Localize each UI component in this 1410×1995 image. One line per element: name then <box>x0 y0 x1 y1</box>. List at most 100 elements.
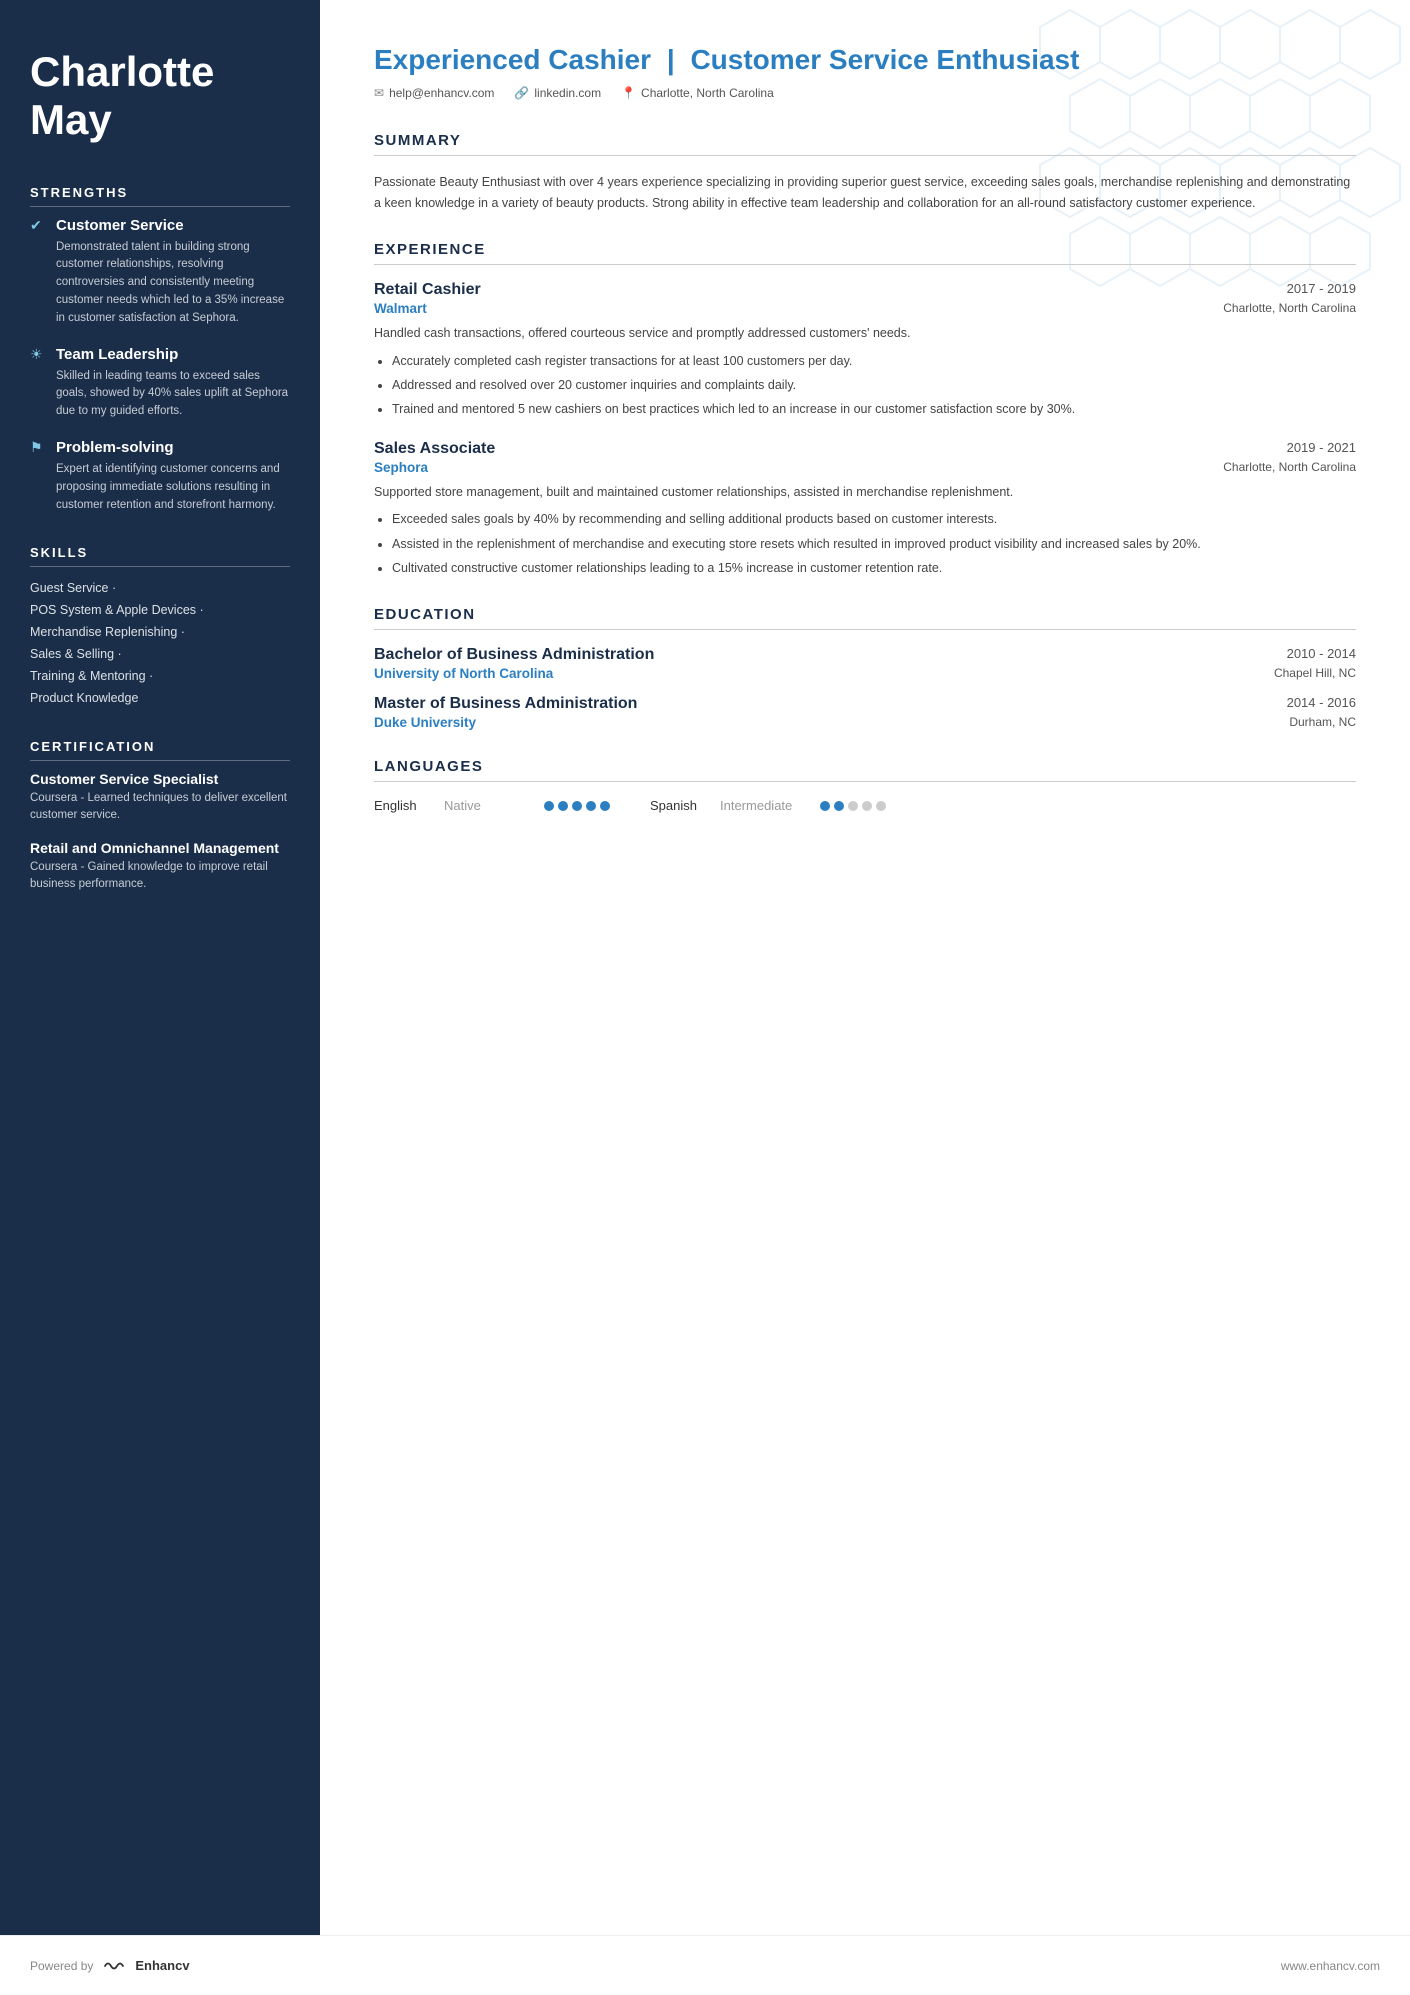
job-location: Charlotte, North Carolina <box>1223 460 1356 475</box>
location-contact: 📍 Charlotte, North Carolina <box>621 86 774 100</box>
edu-location: Durham, NC <box>1289 715 1356 730</box>
dot-filled <box>820 801 830 811</box>
cert-item: Customer Service Specialist Coursera - L… <box>30 771 290 825</box>
education-item: Bachelor of Business Administration 2010… <box>374 646 1356 681</box>
cert-item: Retail and Omnichannel Management Course… <box>30 840 290 894</box>
resume-headline: Experienced Cashier | Customer Service E… <box>374 44 1356 76</box>
email-contact: ✉ help@enhancv.com <box>374 86 494 100</box>
contact-row: ✉ help@enhancv.com 🔗 linkedin.com 📍 Char… <box>374 86 1356 100</box>
strength-desc: Expert at identifying customer concerns … <box>30 461 290 514</box>
cert-name: Customer Service Specialist <box>30 771 290 787</box>
language-dots <box>544 801 610 811</box>
cert-title: CERTIFICATION <box>30 739 290 761</box>
bullet-item: Addressed and resolved over 20 customer … <box>392 376 1356 395</box>
edu-location: Chapel Hill, NC <box>1274 666 1356 681</box>
strength-desc: Skilled in leading teams to exceed sales… <box>30 368 290 421</box>
languages-row: English Native Spanish Intermediate <box>374 798 1356 813</box>
dot-empty <box>848 801 858 811</box>
candidate-name: Charlotte May <box>30 48 290 145</box>
flag-icon: ⚑ <box>30 439 48 456</box>
dot-filled <box>834 801 844 811</box>
cert-desc: Coursera - Gained knowledge to improve r… <box>30 859 290 894</box>
bullet-item: Accurately completed cash register trans… <box>392 352 1356 371</box>
summary-section-title: SUMMARY <box>374 132 1356 156</box>
job-title: Retail Cashier <box>374 281 481 299</box>
strength-item: ✔ Customer Service Demonstrated talent i… <box>30 217 290 328</box>
enhancv-logo-icon <box>103 1959 125 1973</box>
linkedin-value: linkedin.com <box>534 86 601 100</box>
experience-section-title: EXPERIENCE <box>374 241 1356 265</box>
bulb-icon: ☀ <box>30 346 48 363</box>
edu-date: 2010 - 2014 <box>1287 646 1356 661</box>
sidebar: Charlotte May STRENGTHS ✔ Customer Servi… <box>0 0 320 1935</box>
dot-filled <box>572 801 582 811</box>
experience-item: Sales Associate 2019 - 2021 Sephora Char… <box>374 440 1356 579</box>
bullet-item: Assisted in the replenishment of merchan… <box>392 535 1356 554</box>
location-value: Charlotte, North Carolina <box>641 86 774 100</box>
footer: Powered by Enhancv www.enhancv.com <box>0 1935 1410 1995</box>
job-bullets: Exceeded sales goals by 40% by recommend… <box>374 510 1356 578</box>
linkedin-contact: 🔗 linkedin.com <box>514 86 601 100</box>
powered-by-label: Powered by <box>30 1959 93 1973</box>
job-date: 2017 - 2019 <box>1287 281 1356 296</box>
skill-item: Sales & Selling · <box>30 643 290 665</box>
dot-filled <box>558 801 568 811</box>
job-location: Charlotte, North Carolina <box>1223 301 1356 316</box>
company-name: Sephora <box>374 460 428 475</box>
strength-title: Team Leadership <box>56 346 178 363</box>
edu-date: 2014 - 2016 <box>1287 695 1356 710</box>
language-name: Spanish <box>650 798 710 813</box>
footer-website: www.enhancv.com <box>1281 1959 1380 1973</box>
degree-name: Master of Business Administration <box>374 695 637 713</box>
job-date: 2019 - 2021 <box>1287 440 1356 455</box>
education-section-title: EDUCATION <box>374 606 1356 630</box>
dot-empty <box>876 801 886 811</box>
job-title: Sales Associate <box>374 440 495 458</box>
strength-title: Customer Service <box>56 217 184 234</box>
email-value: help@enhancv.com <box>389 86 494 100</box>
language-level: Intermediate <box>720 798 810 813</box>
skills-title: SKILLS <box>30 545 290 567</box>
strength-item: ☀ Team Leadership Skilled in leading tea… <box>30 346 290 421</box>
brand-name: Enhancv <box>135 1958 189 1973</box>
certifications-list: Customer Service Specialist Coursera - L… <box>30 771 290 894</box>
language-dots <box>820 801 886 811</box>
company-name: Walmart <box>374 301 427 316</box>
language-level: Native <box>444 798 534 813</box>
strength-item: ⚑ Problem-solving Expert at identifying … <box>30 439 290 514</box>
strengths-list: ✔ Customer Service Demonstrated talent i… <box>30 217 290 515</box>
languages-section-title: LANGUAGES <box>374 758 1356 782</box>
skill-item: Product Knowledge <box>30 687 290 709</box>
email-icon: ✉ <box>374 86 384 100</box>
language-name: English <box>374 798 434 813</box>
job-summary: Supported store management, built and ma… <box>374 483 1356 502</box>
bullet-item: Exceeded sales goals by 40% by recommend… <box>392 510 1356 529</box>
skill-item: Merchandise Replenishing · <box>30 621 290 643</box>
education-item: Master of Business Administration 2014 -… <box>374 695 1356 730</box>
strength-desc: Demonstrated talent in building strong c… <box>30 239 290 328</box>
dot-filled <box>600 801 610 811</box>
school-name: Duke University <box>374 715 476 730</box>
main-content: Experienced Cashier | Customer Service E… <box>320 0 1410 1935</box>
bullet-item: Cultivated constructive customer relatio… <box>392 559 1356 578</box>
cert-name: Retail and Omnichannel Management <box>30 840 290 856</box>
checkmark-icon: ✔ <box>30 217 48 234</box>
strengths-title: STRENGTHS <box>30 185 290 207</box>
skill-item: Guest Service · <box>30 577 290 599</box>
degree-name: Bachelor of Business Administration <box>374 646 654 664</box>
job-bullets: Accurately completed cash register trans… <box>374 352 1356 420</box>
dot-filled <box>586 801 596 811</box>
cert-desc: Coursera - Learned techniques to deliver… <box>30 790 290 825</box>
skills-list: Guest Service · POS System & Apple Devic… <box>30 577 290 709</box>
strength-title: Problem-solving <box>56 439 174 456</box>
experience-item: Retail Cashier 2017 - 2019 Walmart Charl… <box>374 281 1356 420</box>
bullet-item: Trained and mentored 5 new cashiers on b… <box>392 400 1356 419</box>
school-name: University of North Carolina <box>374 666 553 681</box>
language-item: Spanish Intermediate <box>650 798 886 813</box>
skill-item: Training & Mentoring · <box>30 665 290 687</box>
skill-item: POS System & Apple Devices · <box>30 599 290 621</box>
dot-empty <box>862 801 872 811</box>
location-icon: 📍 <box>621 86 636 100</box>
summary-text: Passionate Beauty Enthusiast with over 4… <box>374 172 1356 213</box>
job-summary: Handled cash transactions, offered court… <box>374 324 1356 343</box>
